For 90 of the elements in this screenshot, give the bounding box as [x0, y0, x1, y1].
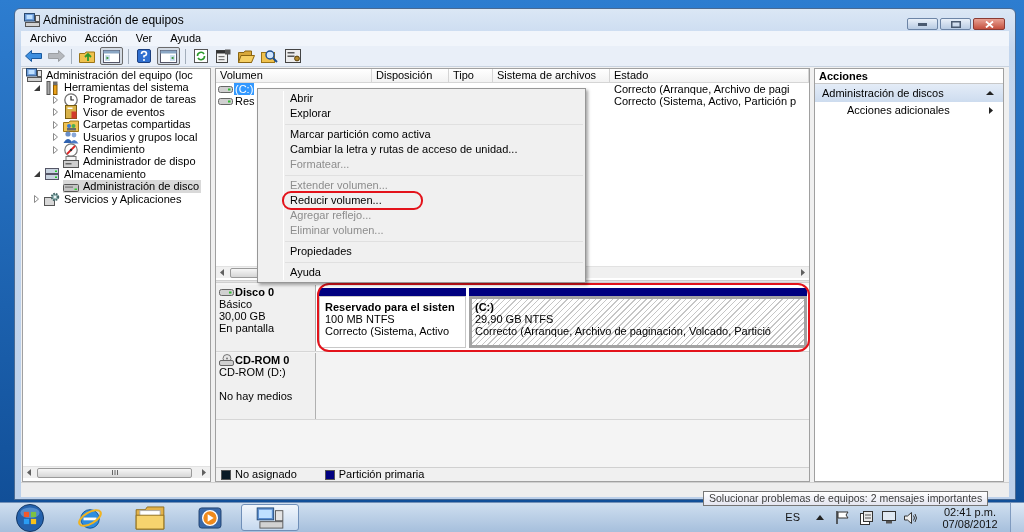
disk-type: CD-ROM (D:)	[219, 366, 287, 378]
printer-icon	[63, 154, 79, 169]
minimize-icon	[918, 22, 927, 26]
maximize-button[interactable]	[940, 18, 971, 30]
disk-name: CD-ROM 0	[235, 354, 290, 366]
menu-item[interactable]: Marcar partición como activa	[260, 127, 583, 142]
clock-date[interactable]: 07/08/2012	[942, 517, 998, 530]
close-button[interactable]	[973, 18, 1005, 30]
caret-right-icon[interactable]	[53, 120, 58, 129]
tooltip: Solucionar problemas de equipos: 2 mensajes importantes	[703, 491, 989, 506]
menu-item[interactable]: Ayuda	[161, 32, 211, 45]
folder-icon[interactable]	[135, 505, 165, 530]
tree-item[interactable]: Servicios y Aplicaciones	[44, 192, 184, 206]
tree-item[interactable]: Administración del equipo (loc	[26, 68, 195, 82]
horizontal-scrollbar[interactable]	[23, 466, 210, 478]
maximize-icon	[950, 20, 961, 28]
drive-icon	[219, 288, 234, 296]
taskbar-button[interactable]	[241, 504, 299, 531]
action-link[interactable]: Acciones adicionales	[815, 102, 1003, 118]
disk-type: Básico	[219, 298, 254, 310]
menu-item[interactable]: Ayuda	[260, 265, 583, 280]
tools-icon	[44, 80, 60, 95]
menu-item[interactable]: Acción	[75, 32, 127, 45]
tree-item[interactable]: Almacenamiento	[44, 167, 148, 181]
storage-icon	[44, 167, 60, 182]
disk-name: Disco 0	[235, 286, 275, 298]
gear-icon	[44, 192, 60, 207]
tree-item[interactable]: Administración de disco	[63, 180, 202, 194]
drive-icon	[218, 97, 233, 105]
caret-right-icon[interactable]	[53, 95, 58, 104]
column-header[interactable]: Sistema de archivos	[493, 69, 610, 82]
tree-item[interactable]: Herramientas del sistema	[44, 81, 191, 95]
window-title: Administración de equipos	[43, 13, 184, 27]
tree-item[interactable]: Rendimiento	[63, 143, 147, 157]
caret-right-icon[interactable]	[53, 145, 58, 154]
speaker-icon[interactable]	[904, 511, 918, 524]
tree-item[interactable]: Usuarios y grupos local	[63, 130, 200, 144]
menu-item[interactable]: Propiedades	[260, 244, 583, 259]
column-header[interactable]: Volumen	[216, 69, 372, 82]
scrollbar-thumb[interactable]	[37, 467, 192, 478]
caret-right-icon	[989, 106, 993, 114]
section-header[interactable]: Administración de discos	[815, 84, 1003, 102]
grip-icon	[111, 470, 118, 475]
disk-size: 30,00 GB	[219, 310, 267, 322]
scroll-right-icon[interactable]	[801, 269, 805, 276]
start-orb-icon[interactable]	[15, 503, 45, 532]
column-header[interactable]: Tipo	[449, 69, 493, 82]
language-indicator[interactable]: ES	[785, 511, 800, 524]
caret-right-icon[interactable]	[53, 108, 58, 117]
caret-up-icon[interactable]	[816, 515, 824, 520]
legend-label: No asignado	[235, 468, 297, 481]
table-cell-text: Correcto (Sistema, Activo, Partición p	[613, 95, 798, 107]
caret-down-icon[interactable]	[34, 171, 40, 178]
scroll-left-icon[interactable]	[220, 269, 224, 276]
scroll-right-icon[interactable]	[202, 469, 206, 476]
users-icon	[63, 130, 79, 145]
minimize-button[interactable]	[907, 18, 938, 30]
close-icon	[984, 20, 994, 28]
menu-item[interactable]: Explorar	[260, 106, 583, 121]
drive-icon	[218, 85, 233, 93]
gauge-icon	[63, 142, 79, 157]
document-icon[interactable]	[860, 510, 873, 525]
caret-right-icon[interactable]	[34, 195, 39, 204]
caret-down-icon[interactable]	[34, 84, 40, 91]
disk-status: No hay medios	[219, 390, 294, 402]
table-cell-text: Correcto (Arranque, Archivo de pagi	[613, 83, 791, 95]
caret-up-icon	[986, 91, 994, 95]
tree-item[interactable]: Carpetas compartidas	[63, 118, 193, 132]
notebook-icon	[63, 105, 79, 120]
disk-status: En pantalla	[219, 322, 276, 334]
caret-right-icon[interactable]	[53, 133, 58, 142]
column-header[interactable]: Disposición	[372, 69, 449, 82]
clock-time[interactable]: 02:41 p.m.	[944, 505, 996, 518]
legend-label: Partición primaria	[338, 468, 425, 481]
table-cell[interactable]: Res	[234, 95, 256, 107]
menu-item[interactable]: Ver	[126, 32, 162, 45]
tree-item[interactable]: Administrador de dispo	[63, 155, 198, 169]
menu-item[interactable]: Cambiar la letra y rutas de acceso de unidad...	[260, 142, 583, 157]
scroll-left-icon[interactable]	[27, 469, 31, 476]
menu-item[interactable]: Reducir volumen...	[260, 193, 583, 208]
menu-item[interactable]: Archivo	[21, 32, 76, 45]
shared-folder-icon	[63, 117, 79, 132]
computer-icon[interactable]	[256, 506, 284, 529]
play-icon[interactable]	[198, 506, 222, 529]
flag-icon[interactable]	[836, 511, 849, 524]
column-header[interactable]: Estado	[610, 69, 809, 82]
computer-icon	[24, 13, 40, 27]
monitor-icon[interactable]	[882, 511, 896, 524]
menu-item[interactable]: Abrir	[260, 91, 583, 106]
tree-item[interactable]: Visor de eventos	[63, 105, 167, 119]
